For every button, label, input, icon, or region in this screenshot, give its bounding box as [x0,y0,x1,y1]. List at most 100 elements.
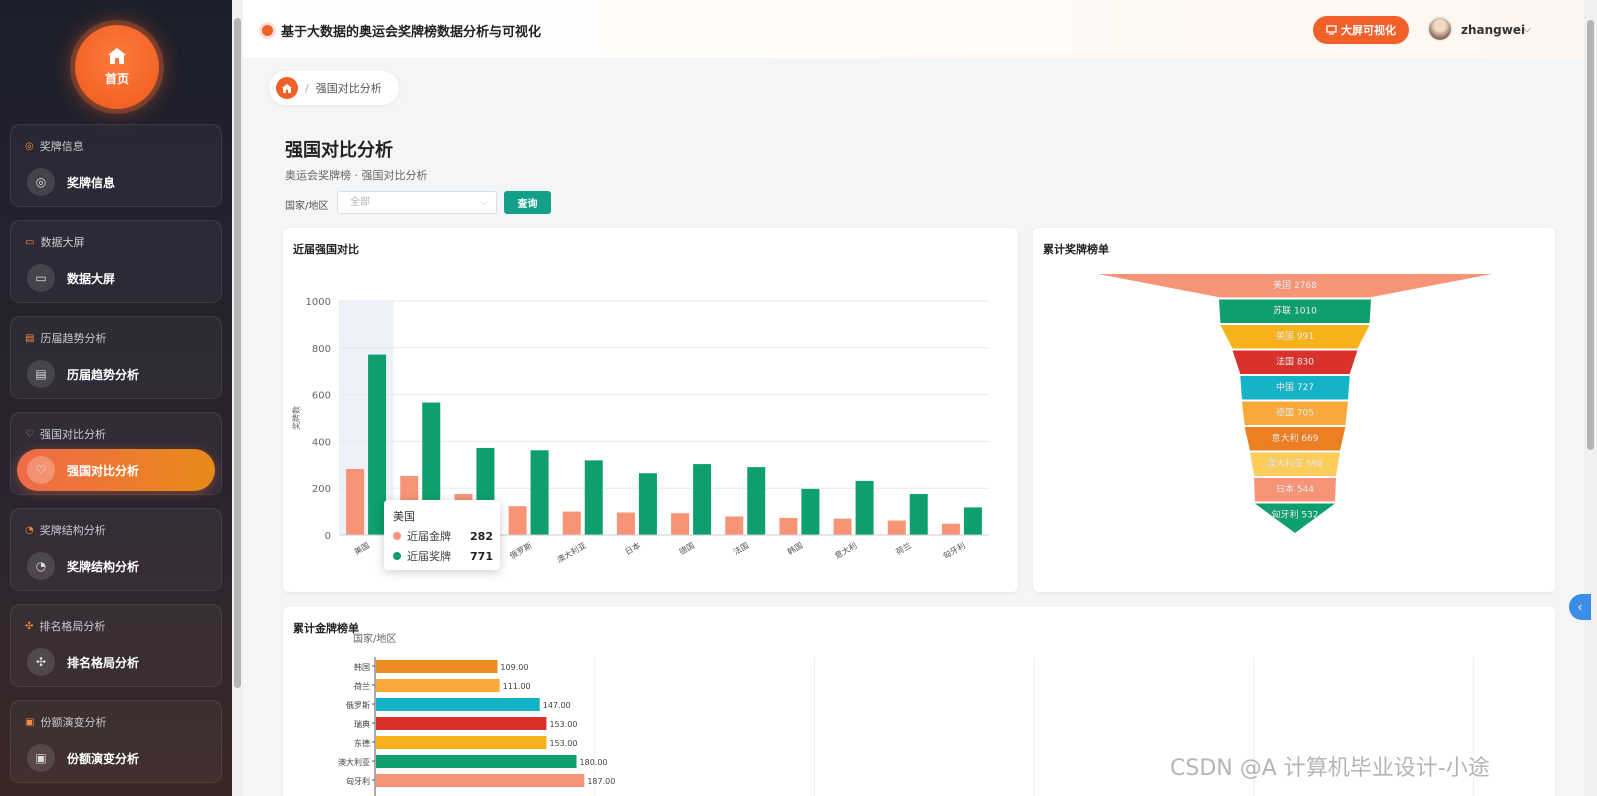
app-title: 基于大数据的奥运会奖牌榜数据分析与可视化 [281,25,542,40]
bar-total [530,450,549,535]
x-tick-label: 意大利 [833,540,859,561]
bar-gold [725,516,744,535]
bar-total [747,467,766,535]
bar-total [638,473,657,535]
tooltip-row-total: 近届奖牌 771 [393,548,493,564]
cumulative-medal-funnel[interactable]: 美国 2768 苏联 1010 英国 991 法国 830 中国 727 德国 705 意大… [1033,228,1555,592]
sidebar-item[interactable]: ◔ 奖牌结构分析 [17,545,215,587]
x-tick-label: 德国 [677,540,696,557]
sidebar: 首页 ◎ 奖牌信息 ◎ 奖牌信息 ▭ 数据大屏 ▭ 数据大屏 ▤ 历届趋势分析 ▤ 历届趋势分析 ♡ 强国… [0,0,232,796]
bar-gold [887,520,906,535]
menu-group-title: ▤ 历届趋势分析 [25,330,106,346]
bar-total [963,507,982,535]
medal-icon: ◎ [27,168,55,196]
funnel-label: 苏联 1010 [1273,305,1317,317]
trend-icon: ▤ [27,360,55,388]
bar [376,717,547,730]
square-icon: ▣ [27,744,55,772]
y-tick-label: 韩国 [354,662,370,672]
sidebar-item-label: 份额演变分析 [67,751,140,766]
home-icon [282,83,292,93]
bar-total [909,494,928,535]
move-icon: ✣ [25,620,34,632]
avatar[interactable] [1427,16,1453,42]
sidebar-item-label: 数据大屏 [67,271,116,286]
breadcrumb-home[interactable] [276,77,298,99]
y-tick-label: 1000 [306,297,331,308]
bar-gold [562,511,581,535]
x-tick-label: 俄罗斯 [508,540,534,561]
data-label: 153.00 [549,720,577,729]
screen-icon: ▭ [27,264,55,292]
sidebar-scrollbar[interactable] [232,0,243,796]
page-scrollbar[interactable] [1584,0,1597,796]
sidebar-item-label: 强国对比分析 [67,463,140,478]
trend-icon: ▤ [25,332,35,344]
bar [376,679,500,692]
menu-group-title: ♡ 强国对比分析 [25,426,106,442]
menu-group: ▣ 份额演变分析 ▣ 份额演变分析 [10,700,222,783]
filter-label: 国家/地区 [285,201,329,212]
chevron-down-icon[interactable]: ⌵ [1523,22,1531,36]
country-select[interactable]: 全部 ⌵ [337,191,497,214]
menu-group: ✣ 排名格局分析 ✣ 排名格局分析 [10,604,222,687]
query-button[interactable]: 查询 [504,191,551,214]
menu-group-title-text: 强国对比分析 [39,428,106,441]
breadcrumb-separator: / [305,81,309,95]
sidebar-item[interactable]: ▣ 份额演变分析 [17,737,215,779]
y-tick-label: 俄罗斯 [346,700,370,710]
menu-group-title: ◔ 奖牌结构分析 [25,522,106,538]
funnel-label: 法国 830 [1276,356,1314,368]
square-icon: ▣ [25,716,35,728]
menu-group-title-text: 排名格局分析 [39,620,106,633]
x-tick-label: 荷兰 [894,540,913,557]
tooltip-value: 771 [470,549,493,563]
menu-group-title: ◎ 奖牌信息 [25,138,84,154]
sidebar-item[interactable]: ✣ 排名格局分析 [17,641,215,683]
y-tick-label: 0 [325,531,331,542]
y-tick-label: 200 [312,484,331,495]
screen-icon: ▭ [25,236,35,248]
y-tick-label: 600 [312,391,331,402]
sidebar-item[interactable]: ▭ 数据大屏 [17,257,215,299]
bar [376,660,498,673]
bar-gold [508,506,527,535]
bigscreen-button[interactable]: 大屏可视化 [1313,16,1409,44]
menu-group-title-text: 历届趋势分析 [40,332,107,345]
data-label: 187.00 [587,777,615,786]
x-tick-label: 法国 [731,540,750,557]
data-label: 153.00 [549,739,577,748]
funnel-label: 匈牙利 532 [1271,509,1318,521]
sidebar-item-label: 奖牌信息 [67,175,116,190]
username[interactable]: zhangwei [1461,23,1525,37]
screen-icon [1326,25,1337,35]
breadcrumb: / 强国对比分析 [269,71,399,105]
funnel-label: 中国 727 [1276,381,1314,393]
bar-total [855,480,874,535]
y-axis-label: 国家/地区 [353,632,396,645]
medal-icon: ◎ [25,140,34,152]
funnel-label: 意大利 669 [1271,432,1318,444]
sidebar-item[interactable]: ▤ 历届趋势分析 [17,353,215,395]
y-tick-label: 800 [312,344,331,355]
tooltip-row-gold: 近届金牌 282 [393,528,493,544]
trophy-icon: ♡ [25,428,34,440]
collapse-panel-button[interactable]: ‹ [1569,594,1591,620]
bar-total [693,464,712,535]
bar-total [584,460,603,535]
cumulative-medal-card: 累计奖牌榜单 美国 2768 苏联 1010 英国 991 法国 830 中国 727 德… [1033,228,1555,592]
legend-dot-icon [393,532,401,540]
bar [376,736,547,749]
sidebar-item[interactable]: ◎ 奖牌信息 [17,161,215,203]
x-tick-label: 澳大利亚 [555,540,588,565]
y-axis-label: 奖牌数 [291,406,301,430]
title-dot-icon [262,25,273,36]
bar [376,774,585,787]
menu-group-title: ✣ 排名格局分析 [25,618,105,634]
sidebar-item[interactable]: ♡ 强国对比分析 [17,449,215,491]
tooltip-label: 近届金牌 [407,530,451,543]
menu-group-title-text: 份额演变分析 [40,716,107,729]
home-button[interactable]: 首页 [75,25,159,109]
home-label: 首页 [104,71,129,86]
pie-icon: ◔ [27,552,55,580]
